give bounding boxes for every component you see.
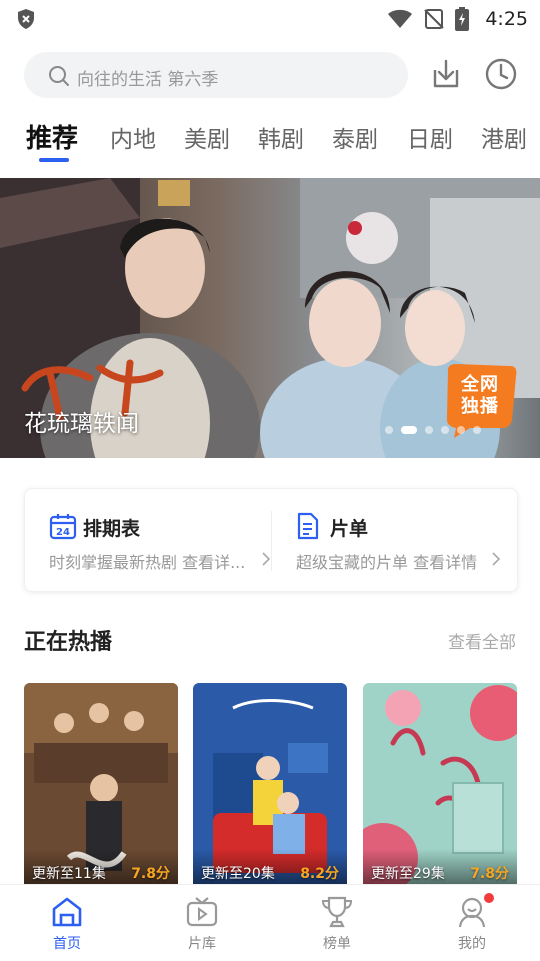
nav-library[interactable]: 片库 [162,895,242,953]
carousel-dot[interactable] [457,426,465,434]
badge-line2: 独播 [461,396,499,417]
svg-text:24: 24 [56,527,70,538]
playlist-subtitle: 超级宝藏的片单 查看详情 [296,553,478,572]
active-tab-indicator [39,158,69,162]
schedule-link[interactable]: 24 排期表 时刻掌握最新热剧 查看详... [25,489,271,591]
carousel-dot[interactable] [441,426,449,434]
carousel-dot-active[interactable] [401,426,417,434]
nav-home-label: 首页 [53,936,81,952]
notification-dot [484,893,494,903]
carousel-dots [385,426,481,434]
download-icon[interactable] [428,56,464,92]
banner-carousel[interactable]: 全网 独播 花琉璃轶闻 [0,178,540,458]
poster-card[interactable]: 更新至20集 8.2分 [193,683,347,889]
status-icons: 4:25 [387,6,528,32]
episode-label: 更新至29集 [371,866,445,882]
history-clock-icon[interactable] [483,56,519,92]
banner-title: 花琉璃轶闻 [24,411,139,437]
see-all-link[interactable]: 查看全部 [448,628,516,653]
nav-library-label: 片库 [188,936,216,952]
playlist-title: 片单 [330,518,369,540]
badge-line1: 全网 [461,374,499,395]
search-placeholder: 向往的生活 第六季 [77,70,219,90]
document-icon [297,512,319,540]
home-icon [52,897,82,927]
status-time: 4:25 [485,8,528,30]
poster-card[interactable]: 更新至11集 7.8分 [24,683,178,889]
poster-card[interactable]: 更新至29集 7.8分 [363,683,517,889]
tv-library-icon [186,897,218,927]
tab-korean-drama[interactable]: 韩剧 [258,120,304,154]
tab-mainland[interactable]: 内地 [110,120,156,154]
tab-us-drama[interactable]: 美剧 [184,120,230,154]
carousel-dot[interactable] [473,426,481,434]
search-icon [49,66,69,86]
tab-hk-drama[interactable]: 港剧 [481,120,527,154]
tab-recommend[interactable]: 推荐 [26,118,78,155]
chevron-right-icon [492,552,501,566]
section-title: 正在热播 [24,630,113,655]
nav-profile[interactable]: 我的 [432,895,512,953]
schedule-title: 排期表 [83,518,141,540]
nav-home[interactable]: 首页 [27,895,107,953]
nav-profile-label: 我的 [458,936,486,952]
score-label: 7.8分 [470,866,509,882]
carousel-dot[interactable] [425,426,433,434]
category-tabs: 推荐 内地 美剧 韩剧 泰剧 日剧 港剧 [0,112,540,164]
battery-icon [455,7,470,31]
nav-ranking-label: 榜单 [323,936,351,952]
carousel-dot[interactable] [385,426,393,434]
episode-label: 更新至11集 [32,866,106,882]
score-label: 8.2分 [300,866,339,882]
episode-label: 更新至20集 [201,866,275,882]
trophy-icon [321,896,353,928]
search-row: 向往的生活 第六季 [0,50,540,100]
nav-ranking[interactable]: 榜单 [297,895,377,953]
playlist-link[interactable]: 片单 超级宝藏的片单 查看详情 [272,489,517,591]
calendar-icon: 24 [49,514,77,540]
quick-links-card: 24 排期表 时刻掌握最新热剧 查看详... 片单 超级宝藏的片单 查看详情 [24,488,518,592]
chevron-right-icon [262,552,271,566]
search-input[interactable]: 向往的生活 第六季 [24,52,408,98]
no-signal-icon [424,9,445,29]
bottom-nav: 首页 片库 榜单 我的 [0,884,540,961]
wifi-icon [388,9,413,28]
tab-thai-drama[interactable]: 泰剧 [332,120,378,154]
shield-icon [18,9,34,29]
schedule-subtitle: 时刻掌握最新热剧 查看详... [49,553,246,572]
status-bar: 4:25 [0,0,540,38]
tab-japanese-drama[interactable]: 日剧 [407,120,453,154]
score-label: 7.8分 [131,866,170,882]
